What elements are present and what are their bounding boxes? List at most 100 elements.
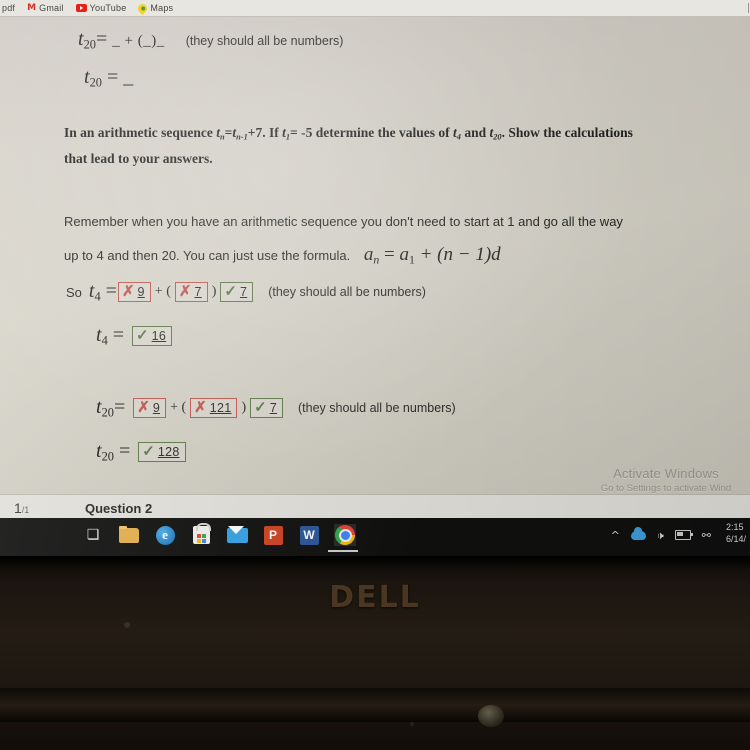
- answer-value: 128: [157, 444, 180, 459]
- word-icon[interactable]: W: [298, 524, 320, 546]
- answer-box-correct[interactable]: ✓ 7: [220, 282, 254, 303]
- youtube-icon: [75, 4, 87, 12]
- answer-box-wrong[interactable]: ✗ 9: [117, 282, 151, 303]
- system-tray: ^ 🕩 ⚯ 2:15 6/14/: [611, 518, 746, 552]
- equals-sign: =: [112, 324, 125, 346]
- lhs-t4: t4 =: [96, 324, 124, 349]
- so-label: So: [66, 284, 82, 300]
- answer-box-wrong[interactable]: ✗ 7: [174, 282, 208, 303]
- blank-answer: _: [123, 66, 134, 88]
- bookmark-label: Gmail: [39, 3, 64, 13]
- eq-sub-n-1: n-1: [236, 132, 248, 142]
- laptop-bezel: DELL: [0, 556, 750, 750]
- bookmark-label: YouTube: [89, 3, 127, 13]
- blank-expression: _ + (_)_: [112, 33, 165, 49]
- top-prompt-row: t20= _ + (_)_ (they should all be number…: [78, 28, 343, 53]
- photo-of-laptop-screen: pdf M Gmail YouTube Maps t20= _ + (_)_ (…: [0, 0, 750, 750]
- answer-box-wrong[interactable]: ✗ 121: [190, 398, 238, 419]
- prompt-hint: (they should all be numbers): [185, 34, 344, 48]
- conjunction-and: and: [464, 125, 487, 140]
- cross-icon: ✗: [178, 283, 192, 301]
- remember-line1: Remember when you have an arithmetic seq…: [64, 214, 623, 229]
- battery-icon[interactable]: [674, 530, 693, 540]
- v2-sub-20: 20: [493, 132, 502, 142]
- watermark-subtitle: Go to Settings to activate Wind: [600, 483, 732, 494]
- page-total: /1: [21, 505, 30, 515]
- task-view-icon[interactable]: ❏: [82, 524, 104, 546]
- bookmark-maps[interactable]: Maps: [136, 1, 173, 15]
- bookmark-pdf[interactable]: pdf: [2, 3, 15, 13]
- answer-row-t4-result: t4 = ✓ 16: [96, 324, 173, 349]
- cross-icon: ✗: [137, 399, 150, 417]
- problem-end: . Show the calculations: [501, 125, 633, 140]
- edge-glyph: e: [155, 525, 175, 545]
- show-hidden-icons-chevron-icon[interactable]: ^: [611, 530, 620, 541]
- laptop-screen: pdf M Gmail YouTube Maps t20= _ + (_)_ (…: [0, 0, 750, 556]
- powerpoint-icon[interactable]: P: [262, 524, 284, 546]
- question-title: Question 2: [85, 501, 153, 516]
- formula-equals: =: [383, 244, 395, 266]
- subscript-4: 4: [94, 289, 101, 304]
- answer-box-wrong[interactable]: ✗ 9: [133, 398, 167, 419]
- eq-plus-7: +7: [247, 125, 263, 140]
- problem-pre: In an arithmetic sequence: [64, 125, 213, 140]
- equals-sign: =: [105, 280, 117, 302]
- gmail-icon: M: [27, 2, 37, 13]
- microsoft-store-icon[interactable]: [190, 523, 212, 546]
- bookmark-youtube[interactable]: YouTube: [75, 3, 127, 13]
- windows-taskbar: ❏ e P W ^ 🕩 ⚯ 2:15 6/14/: [0, 518, 750, 556]
- dell-logo: DELL: [329, 580, 421, 615]
- answer-box-correct[interactable]: ✓ 7: [250, 398, 283, 419]
- bookmark-gmail[interactable]: M Gmail: [27, 3, 64, 13]
- operator-close-paren: ): [211, 284, 217, 300]
- file-explorer-icon[interactable]: [118, 524, 140, 546]
- problem-mid: . If: [262, 125, 279, 140]
- bezel-speck: [410, 722, 414, 726]
- top-result-row: t20 = _: [84, 66, 133, 91]
- arithmetic-sequence-formula: an = a1 + (n − 1)d: [363, 244, 501, 267]
- volume-muted-icon[interactable]: 🕩: [657, 530, 664, 541]
- answer-value: 16: [151, 328, 167, 343]
- pdf-reader-status-bar: 1/1 Question 2: [0, 494, 750, 521]
- check-icon: ✓: [224, 283, 237, 301]
- check-icon: ✓: [142, 443, 155, 461]
- check-icon: ✓: [254, 399, 267, 417]
- mail-icon[interactable]: [226, 524, 248, 546]
- answer-row-t20-working: t20= ✗ 9 + ( ✗ 121 ) ✓ 7 (they should al…: [96, 396, 456, 421]
- chrome-icon[interactable]: [328, 524, 358, 552]
- laptop-hinge: [0, 688, 750, 722]
- problem-statement: In an arithmetic sequence tn=tn-1+7. If …: [64, 120, 724, 173]
- answer-value: 7: [269, 400, 277, 415]
- row-hint: (they should all be numbers): [298, 401, 456, 416]
- operator-plus-open-paren: + (: [170, 400, 187, 416]
- edge-icon[interactable]: e: [154, 524, 176, 546]
- answer-box-correct[interactable]: ✓ 16: [132, 326, 173, 347]
- equals-sign: =: [95, 28, 108, 50]
- v1-sub-4: 4: [456, 132, 461, 142]
- answer-value: 9: [137, 284, 145, 299]
- page-indicator: 1/1: [14, 500, 29, 516]
- bezel-speck: [124, 622, 130, 628]
- answer-box-correct[interactable]: ✓ 128: [138, 442, 186, 463]
- maps-icon: [136, 1, 150, 15]
- answer-row-t4-working: So t4 = ✗ 9 + ( ✗ 7 ) ✓ 7 (they should a…: [66, 280, 426, 305]
- remember-line2: up to 4 and then 20. You can just use th…: [64, 248, 351, 264]
- clock[interactable]: 2:15 6/14/: [726, 521, 746, 545]
- network-icon[interactable]: ⚯: [702, 530, 711, 541]
- subscript-20: 20: [89, 75, 102, 90]
- subscript-20: 20: [83, 37, 96, 52]
- cross-icon: ✗: [194, 399, 207, 417]
- bookmark-label: pdf: [2, 3, 16, 13]
- bezel-reflection-spot: [478, 705, 504, 727]
- row-hint: (they should all be numbers): [268, 285, 426, 300]
- equals-sign: =: [118, 440, 131, 462]
- subscript-20: 20: [101, 405, 114, 420]
- lhs-t4: t4 =: [89, 280, 117, 305]
- clock-time: 2:15: [725, 522, 744, 532]
- answer-value: 7: [194, 284, 202, 299]
- formula-a: a: [363, 244, 374, 266]
- answer-value: 121: [209, 400, 232, 415]
- ppt-glyph: P: [263, 525, 283, 545]
- onedrive-cloud-icon[interactable]: [630, 526, 646, 540]
- activate-windows-watermark: Activate Windows Go to Settings to activ…: [578, 466, 750, 494]
